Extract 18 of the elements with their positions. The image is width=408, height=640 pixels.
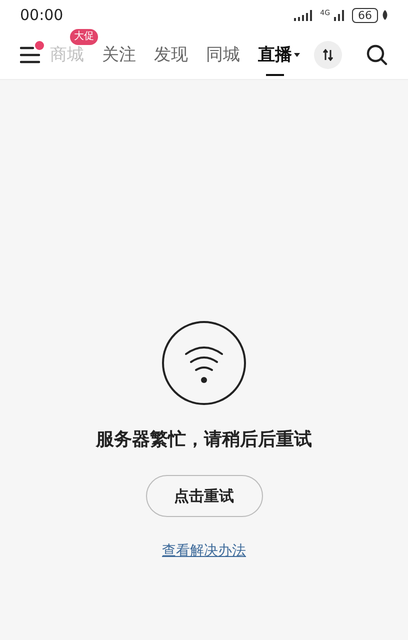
search-icon[interactable]	[366, 44, 388, 66]
leaf-icon	[382, 10, 388, 20]
switch-button[interactable]	[314, 40, 342, 68]
help-link[interactable]: 查看解决办法	[162, 541, 246, 562]
signal-icon	[334, 10, 346, 20]
retry-button[interactable]: 点击重试	[146, 475, 262, 517]
swap-arrows-icon	[322, 48, 334, 60]
tab[interactable]: 同城	[206, 44, 240, 66]
tab[interactable]: 直播	[258, 44, 300, 66]
wifi-icon	[161, 320, 247, 406]
status-time: 00:00	[20, 4, 64, 26]
menu-icon[interactable]	[20, 46, 40, 64]
tab-underline	[266, 74, 284, 76]
tab[interactable]: 发现	[154, 44, 188, 66]
tab[interactable]: 关注	[102, 44, 136, 66]
promo-badge: 大促	[70, 28, 98, 44]
error-message: 服务器繁忙，请稍后后重试	[96, 428, 312, 452]
battery-indicator: 66	[352, 8, 378, 22]
